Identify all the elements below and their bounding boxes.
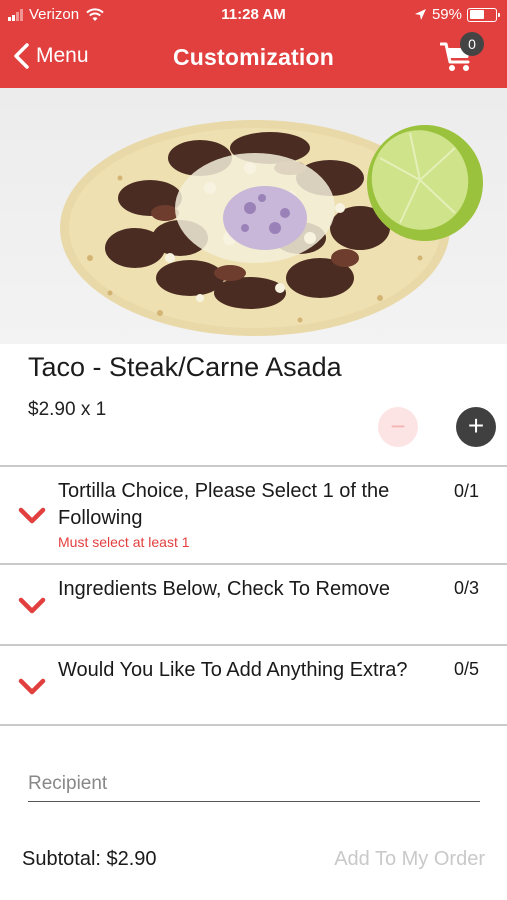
option-group-ingredients[interactable]: Ingredients Below, Check To Remove 0/3	[0, 565, 507, 644]
battery-tip	[498, 12, 500, 17]
chevron-down-icon	[18, 597, 46, 614]
cart-count-badge: 0	[460, 32, 484, 56]
validation-message: Must select at least 1	[58, 534, 190, 550]
item-name: Taco - Steak/Carne Asada	[28, 352, 342, 382]
back-button[interactable]: Menu	[12, 42, 89, 70]
option-group-title: Ingredients Below, Check To Remove	[58, 578, 391, 600]
taco-image	[60, 120, 483, 336]
battery-fill	[469, 10, 484, 19]
option-group-extras[interactable]: Would You Like To Add Anything Extra? 0/…	[0, 646, 507, 724]
item-photo	[0, 88, 507, 344]
decrease-quantity-button[interactable]: −	[378, 407, 418, 447]
status-right: 59%	[414, 6, 500, 23]
item-price: $2.90	[28, 399, 76, 420]
chevron-down-icon	[18, 507, 46, 524]
battery-icon	[467, 7, 500, 22]
increase-quantity-button[interactable]: +	[456, 407, 496, 447]
back-label: Menu	[36, 44, 89, 67]
chevron-left-icon	[14, 43, 29, 69]
status-bar: Verizon 11:28 AM 59%	[0, 0, 507, 30]
recipient-input[interactable]	[28, 766, 480, 802]
item-quantity: x 1	[80, 399, 107, 420]
option-group-count: 0/5	[453, 659, 479, 679]
app-header: Verizon 11:28 AM 59% Menu Customization	[0, 0, 507, 88]
cart-button[interactable]: 0	[438, 32, 490, 76]
option-group-count: 0/3	[453, 578, 479, 598]
option-group-tortilla[interactable]: Tortilla Choice, Please Select 1 of the …	[0, 467, 507, 563]
add-to-order-button[interactable]: Add To My Order	[334, 848, 485, 871]
option-group-title: Would You Like To Add Anything Extra?	[58, 659, 408, 681]
option-group-title: Tortilla Choice, Please Select 1 of the …	[58, 480, 390, 529]
chevron-down-icon	[18, 678, 46, 695]
divider	[0, 724, 507, 726]
subtotal-label: Subtotal: $2.90	[22, 848, 157, 870]
battery-percent: 59%	[431, 6, 462, 23]
option-group-count: 0/1	[453, 481, 479, 501]
item-price-line: $2.90 x 1	[28, 399, 106, 421]
location-arrow-icon	[414, 9, 426, 20]
